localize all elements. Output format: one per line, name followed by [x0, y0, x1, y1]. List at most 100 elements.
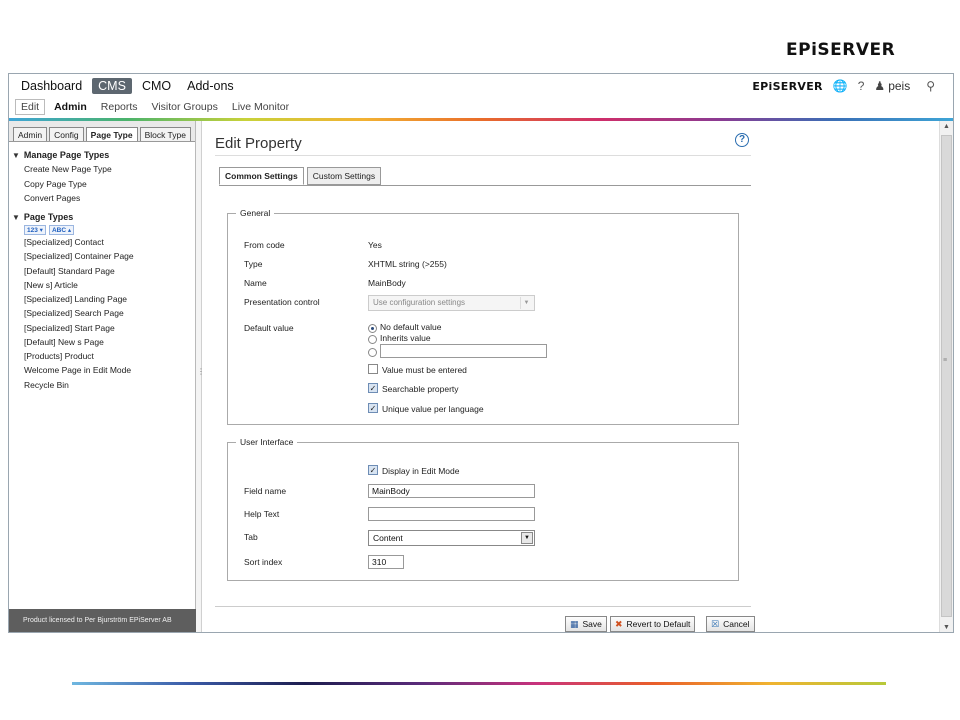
page-type-item[interactable]: [Specialized] Search Page	[24, 308, 124, 318]
field-name-label: Field name	[244, 486, 287, 496]
cancel-icon: ☒	[711, 618, 720, 629]
help-text-input[interactable]	[368, 507, 535, 521]
subnav-reports[interactable]: Reports	[96, 100, 143, 114]
brand-small-logo: EPiSERVER	[752, 79, 823, 93]
type-label: Type	[244, 259, 263, 269]
slide-color-bar	[72, 682, 886, 685]
searchable-property-checkbox[interactable]: ✓	[368, 383, 378, 393]
unique-value-per-language-checkbox[interactable]: ✓	[368, 403, 378, 413]
global-navigation: Dashboard CMS CMO Add-ons Edit Admin Rep…	[9, 74, 953, 119]
nav-cmo[interactable]: CMO	[136, 78, 177, 94]
globe-icon[interactable]: 🌐	[833, 79, 848, 93]
episerver-logo: EPiSERVER	[786, 40, 896, 60]
name-label: Name	[244, 278, 267, 288]
page-types-title: Page Types	[23, 212, 74, 222]
product-menu: Dashboard CMS CMO Add-ons	[15, 78, 244, 94]
subnav-visitor-groups[interactable]: Visitor Groups	[147, 100, 223, 114]
revert-to-default-button[interactable]: ✖ Revert to Default	[610, 616, 696, 632]
presentation-control-label: Presentation control	[244, 297, 320, 307]
radio-no-default-label: No default value	[380, 322, 442, 332]
scroll-up-icon[interactable]: ▲	[943, 123, 950, 130]
page-type-item[interactable]: [New s] Article	[24, 280, 78, 290]
tab-select[interactable]: Content ▼	[368, 530, 535, 546]
from-code-value: Yes	[368, 240, 382, 250]
radio-custom-default[interactable]	[368, 348, 377, 357]
sort-by-index-icon[interactable]: 123 ▾	[24, 225, 46, 235]
pane-splitter[interactable]: ⋮	[196, 121, 205, 632]
help-icon[interactable]: ?	[858, 79, 865, 93]
tabs-divider	[219, 185, 751, 186]
sort-index-input[interactable]: 310	[368, 555, 404, 569]
tab-select-value: Content	[373, 533, 403, 543]
page-type-item[interactable]: [Products] Product	[24, 351, 94, 361]
general-legend: General	[240, 208, 271, 218]
title-divider	[215, 155, 751, 156]
save-button-label: Save	[582, 619, 602, 629]
chevron-down-icon: ▼	[520, 297, 532, 309]
general-fieldset: General	[227, 208, 739, 425]
revert-button-label: Revert to Default	[626, 619, 691, 629]
save-button[interactable]: ▦ Save	[565, 616, 607, 632]
recycle-bin-item[interactable]: Recycle Bin	[24, 380, 69, 390]
settings-tabs: Common Settings Custom Settings	[219, 167, 384, 185]
user-menu[interactable]: ♟ peis	[874, 79, 910, 93]
type-value: XHTML string (>255)	[368, 259, 447, 269]
field-name-input[interactable]: MainBody	[368, 484, 535, 498]
tab-common-settings[interactable]: Common Settings	[219, 167, 304, 185]
cancel-button-label: Cancel	[723, 619, 750, 629]
floppy-disk-icon: ▦	[570, 618, 579, 629]
left-tree-panel: ▼ Manage Page Types Create New Page Type…	[9, 141, 195, 609]
help-icon[interactable]: ?	[735, 133, 749, 147]
from-code-label: From code	[244, 240, 285, 250]
page-type-item[interactable]: [Specialized] Container Page	[24, 251, 134, 261]
page-type-item[interactable]: [Default] New s Page	[24, 337, 104, 347]
link-create-new-page-type[interactable]: Create New Page Type	[24, 164, 112, 174]
radio-inherits-value[interactable]	[368, 335, 377, 344]
chevron-down-icon: ▼	[521, 532, 533, 544]
unique-value-per-language-label: Unique value per language	[382, 404, 484, 414]
help-text-label: Help Text	[244, 509, 280, 519]
page-type-item[interactable]: [Specialized] Landing Page	[24, 294, 127, 304]
subnav-admin[interactable]: Admin	[49, 100, 92, 114]
sort-by-name-icon[interactable]: ABC ▴	[48, 225, 75, 235]
page-types-header[interactable]: ▼ Page Types	[12, 212, 73, 222]
expand-triangle-icon: ▼	[12, 150, 20, 160]
cms-window: Dashboard CMS CMO Add-ons Edit Admin Rep…	[8, 73, 954, 633]
expand-triangle-icon: ▼	[12, 212, 20, 222]
value-must-be-entered-checkbox[interactable]	[368, 364, 378, 374]
sort-controls: 123 ▾ ABC ▴	[24, 225, 77, 235]
nav-dashboard[interactable]: Dashboard	[15, 78, 88, 94]
user-name: peis	[888, 79, 911, 93]
radio-inherits-value-label: Inherits value	[380, 333, 431, 343]
button-bar-divider	[215, 606, 751, 607]
default-value-label: Default value	[244, 323, 294, 333]
scrollbar-grip-icon: ≡	[943, 357, 948, 364]
searchable-property-label: Searchable property	[382, 384, 459, 394]
manage-page-types-header[interactable]: ▼ Manage Page Types	[12, 150, 109, 160]
custom-default-input[interactable]	[380, 344, 547, 358]
license-bar: Product licensed to Per Bjurström EPiSer…	[9, 609, 196, 632]
link-convert-pages[interactable]: Convert Pages	[24, 193, 80, 203]
display-in-edit-mode-checkbox[interactable]: ✓	[368, 465, 378, 475]
global-nav-tools: EPiSERVER 🌐 ? ♟ peis ⚲	[752, 79, 945, 93]
nav-cms[interactable]: CMS	[92, 78, 132, 94]
scrollbar-thumb[interactable]	[941, 135, 952, 617]
tab-custom-settings[interactable]: Custom Settings	[306, 167, 382, 185]
subnav-live-monitor[interactable]: Live Monitor	[227, 100, 294, 114]
manage-page-types-title: Manage Page Types	[23, 150, 110, 160]
tab-label: Tab	[244, 532, 258, 542]
cancel-button[interactable]: ☒ Cancel	[706, 616, 755, 632]
radio-no-default[interactable]	[368, 324, 377, 333]
link-copy-page-type[interactable]: Copy Page Type	[24, 179, 87, 189]
page-type-item[interactable]: [Specialized] Start Page	[24, 323, 115, 333]
scroll-down-icon[interactable]: ▼	[943, 624, 950, 631]
vertical-scrollbar[interactable]: ▲ ≡ ▼	[939, 121, 953, 632]
cms-submenu: Edit Admin Reports Visitor Groups Live M…	[15, 99, 298, 115]
page-type-item[interactable]: [Specialized] Contact	[24, 237, 104, 247]
search-icon[interactable]: ⚲	[926, 79, 935, 93]
page-type-item[interactable]: Welcome Page in Edit Mode	[24, 365, 131, 375]
nav-add-ons[interactable]: Add-ons	[181, 78, 240, 94]
subnav-edit[interactable]: Edit	[15, 99, 46, 115]
page-type-item[interactable]: [Default] Standard Page	[24, 266, 115, 276]
user-interface-legend: User Interface	[240, 437, 294, 447]
